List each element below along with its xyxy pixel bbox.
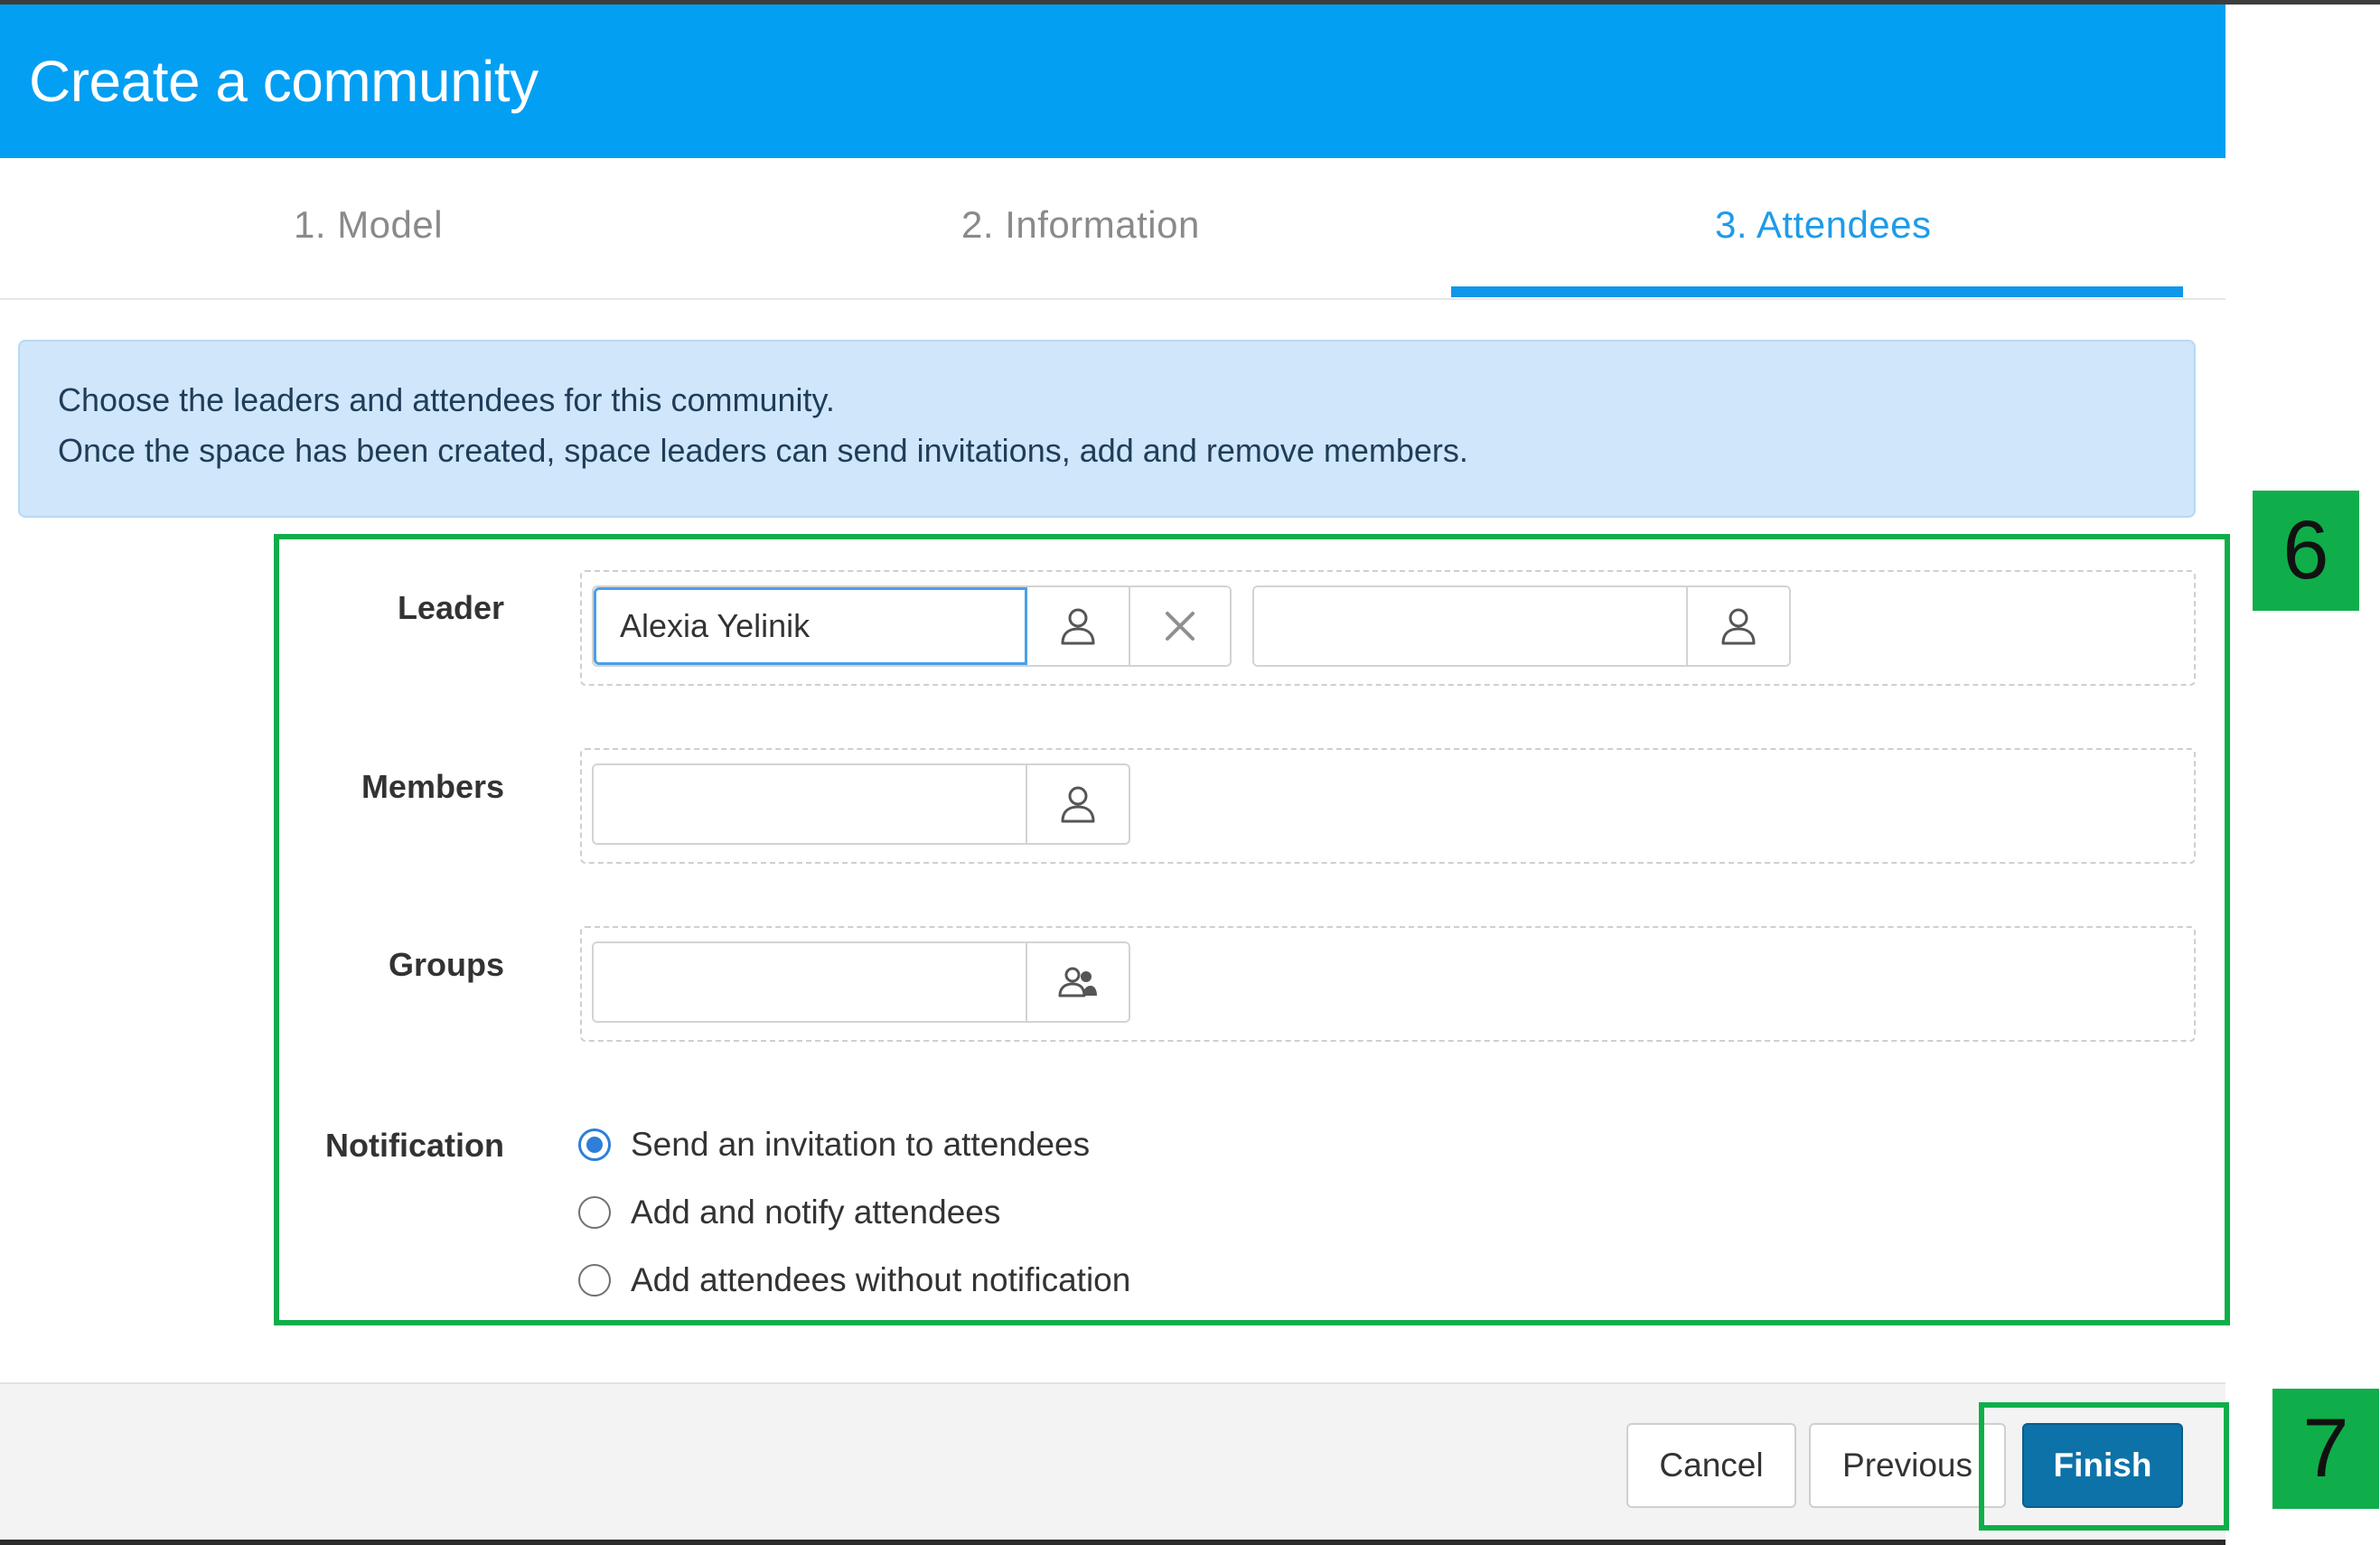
callout-6-badge: 6: [2253, 491, 2359, 611]
cancel-button[interactable]: Cancel: [1626, 1423, 1796, 1508]
active-tab-indicator: [1451, 286, 2183, 297]
dialog-title: Create a community: [29, 49, 539, 114]
tab-model[interactable]: 1. Model: [294, 203, 443, 247]
callout-7-highlight: [1979, 1402, 2229, 1531]
wizard-tabs: 1. Model 2. Information 3. Attendees: [0, 158, 2225, 300]
callout-7-badge: 7: [2272, 1389, 2379, 1509]
info-line-2: Once the space has been created, space l…: [58, 432, 1468, 469]
window-bottom-edge: [0, 1540, 2225, 1545]
tab-information[interactable]: 2. Information: [961, 203, 1200, 247]
info-line-1: Choose the leaders and attendees for thi…: [58, 381, 835, 418]
tab-attendees[interactable]: 3. Attendees: [1715, 203, 1932, 247]
dialog-header: Create a community: [0, 5, 2225, 158]
info-message: Choose the leaders and attendees for thi…: [18, 340, 2196, 518]
callout-6-highlight: [274, 534, 2230, 1325]
previous-button[interactable]: Previous: [1809, 1423, 2006, 1508]
